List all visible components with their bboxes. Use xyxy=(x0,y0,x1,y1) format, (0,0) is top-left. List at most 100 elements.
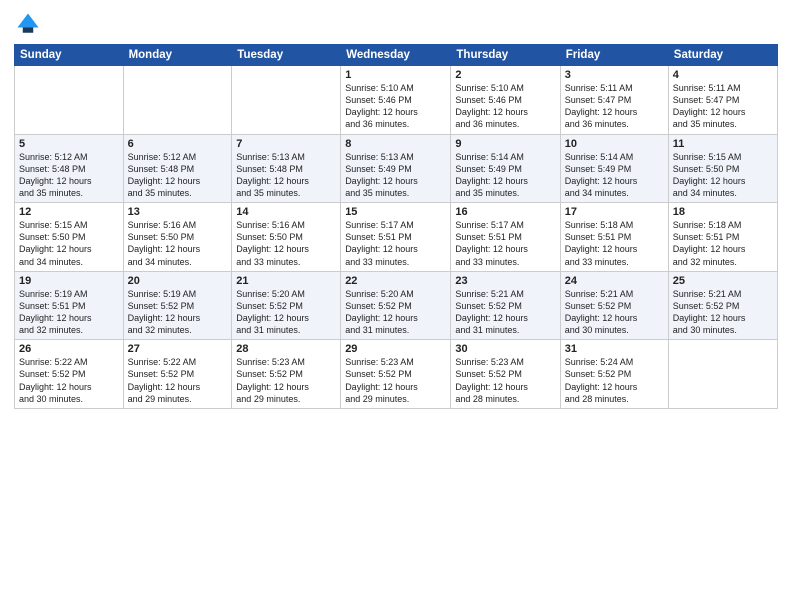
day-info: Sunrise: 5:18 AM Sunset: 5:51 PM Dayligh… xyxy=(565,219,664,268)
day-info: Sunrise: 5:21 AM Sunset: 5:52 PM Dayligh… xyxy=(673,288,773,337)
logo-icon xyxy=(14,10,42,38)
day-info: Sunrise: 5:10 AM Sunset: 5:46 PM Dayligh… xyxy=(345,82,446,131)
calendar: SundayMondayTuesdayWednesdayThursdayFrid… xyxy=(14,44,778,409)
calendar-cell: 4Sunrise: 5:11 AM Sunset: 5:47 PM Daylig… xyxy=(668,66,777,135)
day-number: 13 xyxy=(128,206,228,218)
day-number: 10 xyxy=(565,138,664,150)
calendar-cell: 24Sunrise: 5:21 AM Sunset: 5:52 PM Dayli… xyxy=(560,271,668,340)
calendar-cell: 20Sunrise: 5:19 AM Sunset: 5:52 PM Dayli… xyxy=(123,271,232,340)
calendar-week-4: 19Sunrise: 5:19 AM Sunset: 5:51 PM Dayli… xyxy=(15,271,778,340)
calendar-cell xyxy=(668,340,777,409)
day-info: Sunrise: 5:23 AM Sunset: 5:52 PM Dayligh… xyxy=(345,356,446,405)
calendar-cell xyxy=(15,66,124,135)
calendar-cell: 8Sunrise: 5:13 AM Sunset: 5:49 PM Daylig… xyxy=(341,134,451,203)
calendar-cell: 19Sunrise: 5:19 AM Sunset: 5:51 PM Dayli… xyxy=(15,271,124,340)
day-info: Sunrise: 5:12 AM Sunset: 5:48 PM Dayligh… xyxy=(128,151,228,200)
day-info: Sunrise: 5:22 AM Sunset: 5:52 PM Dayligh… xyxy=(19,356,119,405)
day-number: 19 xyxy=(19,275,119,287)
calendar-week-3: 12Sunrise: 5:15 AM Sunset: 5:50 PM Dayli… xyxy=(15,203,778,272)
day-info: Sunrise: 5:19 AM Sunset: 5:51 PM Dayligh… xyxy=(19,288,119,337)
day-number: 25 xyxy=(673,275,773,287)
day-number: 9 xyxy=(455,138,555,150)
day-info: Sunrise: 5:21 AM Sunset: 5:52 PM Dayligh… xyxy=(565,288,664,337)
calendar-cell: 6Sunrise: 5:12 AM Sunset: 5:48 PM Daylig… xyxy=(123,134,232,203)
day-info: Sunrise: 5:19 AM Sunset: 5:52 PM Dayligh… xyxy=(128,288,228,337)
calendar-cell: 17Sunrise: 5:18 AM Sunset: 5:51 PM Dayli… xyxy=(560,203,668,272)
calendar-cell: 29Sunrise: 5:23 AM Sunset: 5:52 PM Dayli… xyxy=(341,340,451,409)
day-number: 21 xyxy=(236,275,336,287)
calendar-cell: 18Sunrise: 5:18 AM Sunset: 5:51 PM Dayli… xyxy=(668,203,777,272)
day-info: Sunrise: 5:13 AM Sunset: 5:48 PM Dayligh… xyxy=(236,151,336,200)
day-info: Sunrise: 5:24 AM Sunset: 5:52 PM Dayligh… xyxy=(565,356,664,405)
calendar-cell: 15Sunrise: 5:17 AM Sunset: 5:51 PM Dayli… xyxy=(341,203,451,272)
col-header-monday: Monday xyxy=(123,45,232,66)
day-info: Sunrise: 5:17 AM Sunset: 5:51 PM Dayligh… xyxy=(345,219,446,268)
day-number: 23 xyxy=(455,275,555,287)
calendar-cell: 22Sunrise: 5:20 AM Sunset: 5:52 PM Dayli… xyxy=(341,271,451,340)
page: SundayMondayTuesdayWednesdayThursdayFrid… xyxy=(0,0,792,612)
calendar-cell: 9Sunrise: 5:14 AM Sunset: 5:49 PM Daylig… xyxy=(451,134,560,203)
day-info: Sunrise: 5:16 AM Sunset: 5:50 PM Dayligh… xyxy=(236,219,336,268)
day-info: Sunrise: 5:20 AM Sunset: 5:52 PM Dayligh… xyxy=(236,288,336,337)
calendar-cell: 28Sunrise: 5:23 AM Sunset: 5:52 PM Dayli… xyxy=(232,340,341,409)
day-number: 26 xyxy=(19,343,119,355)
day-info: Sunrise: 5:10 AM Sunset: 5:46 PM Dayligh… xyxy=(455,82,555,131)
day-info: Sunrise: 5:11 AM Sunset: 5:47 PM Dayligh… xyxy=(673,82,773,131)
day-number: 20 xyxy=(128,275,228,287)
day-number: 31 xyxy=(565,343,664,355)
calendar-cell: 25Sunrise: 5:21 AM Sunset: 5:52 PM Dayli… xyxy=(668,271,777,340)
col-header-wednesday: Wednesday xyxy=(341,45,451,66)
calendar-cell: 26Sunrise: 5:22 AM Sunset: 5:52 PM Dayli… xyxy=(15,340,124,409)
day-info: Sunrise: 5:14 AM Sunset: 5:49 PM Dayligh… xyxy=(565,151,664,200)
header xyxy=(14,10,778,38)
day-info: Sunrise: 5:21 AM Sunset: 5:52 PM Dayligh… xyxy=(455,288,555,337)
day-number: 22 xyxy=(345,275,446,287)
calendar-cell: 31Sunrise: 5:24 AM Sunset: 5:52 PM Dayli… xyxy=(560,340,668,409)
day-number: 15 xyxy=(345,206,446,218)
calendar-cell: 16Sunrise: 5:17 AM Sunset: 5:51 PM Dayli… xyxy=(451,203,560,272)
calendar-week-1: 1Sunrise: 5:10 AM Sunset: 5:46 PM Daylig… xyxy=(15,66,778,135)
calendar-cell xyxy=(123,66,232,135)
day-number: 28 xyxy=(236,343,336,355)
calendar-cell xyxy=(232,66,341,135)
day-number: 29 xyxy=(345,343,446,355)
day-number: 5 xyxy=(19,138,119,150)
day-number: 7 xyxy=(236,138,336,150)
col-header-sunday: Sunday xyxy=(15,45,124,66)
col-header-thursday: Thursday xyxy=(451,45,560,66)
day-number: 11 xyxy=(673,138,773,150)
day-number: 6 xyxy=(128,138,228,150)
day-number: 3 xyxy=(565,69,664,81)
day-info: Sunrise: 5:14 AM Sunset: 5:49 PM Dayligh… xyxy=(455,151,555,200)
day-number: 4 xyxy=(673,69,773,81)
calendar-cell: 12Sunrise: 5:15 AM Sunset: 5:50 PM Dayli… xyxy=(15,203,124,272)
col-header-friday: Friday xyxy=(560,45,668,66)
calendar-cell: 13Sunrise: 5:16 AM Sunset: 5:50 PM Dayli… xyxy=(123,203,232,272)
day-number: 24 xyxy=(565,275,664,287)
logo xyxy=(14,10,46,38)
day-number: 8 xyxy=(345,138,446,150)
day-info: Sunrise: 5:15 AM Sunset: 5:50 PM Dayligh… xyxy=(19,219,119,268)
day-info: Sunrise: 5:13 AM Sunset: 5:49 PM Dayligh… xyxy=(345,151,446,200)
calendar-cell: 21Sunrise: 5:20 AM Sunset: 5:52 PM Dayli… xyxy=(232,271,341,340)
day-info: Sunrise: 5:17 AM Sunset: 5:51 PM Dayligh… xyxy=(455,219,555,268)
calendar-cell: 10Sunrise: 5:14 AM Sunset: 5:49 PM Dayli… xyxy=(560,134,668,203)
calendar-cell: 30Sunrise: 5:23 AM Sunset: 5:52 PM Dayli… xyxy=(451,340,560,409)
calendar-cell: 14Sunrise: 5:16 AM Sunset: 5:50 PM Dayli… xyxy=(232,203,341,272)
calendar-header-row: SundayMondayTuesdayWednesdayThursdayFrid… xyxy=(15,45,778,66)
day-info: Sunrise: 5:12 AM Sunset: 5:48 PM Dayligh… xyxy=(19,151,119,200)
day-number: 30 xyxy=(455,343,555,355)
calendar-cell: 27Sunrise: 5:22 AM Sunset: 5:52 PM Dayli… xyxy=(123,340,232,409)
calendar-cell: 1Sunrise: 5:10 AM Sunset: 5:46 PM Daylig… xyxy=(341,66,451,135)
calendar-cell: 7Sunrise: 5:13 AM Sunset: 5:48 PM Daylig… xyxy=(232,134,341,203)
day-info: Sunrise: 5:23 AM Sunset: 5:52 PM Dayligh… xyxy=(455,356,555,405)
calendar-week-5: 26Sunrise: 5:22 AM Sunset: 5:52 PM Dayli… xyxy=(15,340,778,409)
day-info: Sunrise: 5:23 AM Sunset: 5:52 PM Dayligh… xyxy=(236,356,336,405)
day-number: 17 xyxy=(565,206,664,218)
calendar-cell: 3Sunrise: 5:11 AM Sunset: 5:47 PM Daylig… xyxy=(560,66,668,135)
calendar-cell: 2Sunrise: 5:10 AM Sunset: 5:46 PM Daylig… xyxy=(451,66,560,135)
calendar-week-2: 5Sunrise: 5:12 AM Sunset: 5:48 PM Daylig… xyxy=(15,134,778,203)
day-number: 2 xyxy=(455,69,555,81)
day-number: 18 xyxy=(673,206,773,218)
calendar-cell: 5Sunrise: 5:12 AM Sunset: 5:48 PM Daylig… xyxy=(15,134,124,203)
